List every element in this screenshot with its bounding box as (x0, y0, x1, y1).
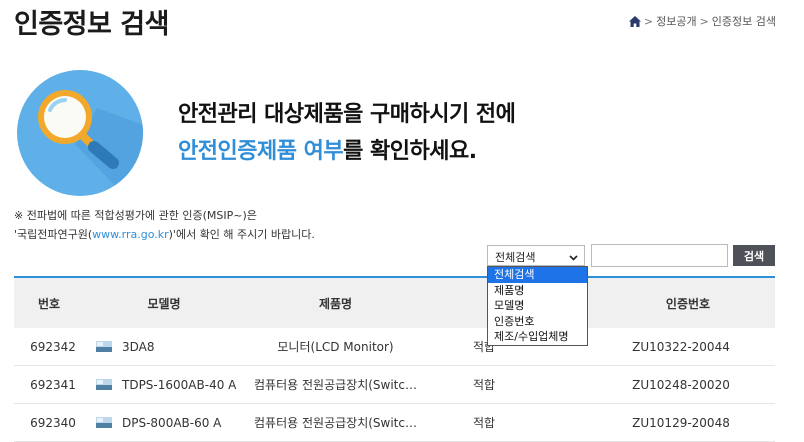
col-cert-number: 인증번호 (665, 296, 711, 311)
hero-subheadline: 안전인증제품 여부를 확인하세요. (178, 133, 477, 165)
cell-result: 적합 (472, 378, 496, 392)
home-icon[interactable] (628, 15, 641, 27)
breadcrumb-item-current: 인증정보 검색 (711, 15, 776, 28)
col-product: 제품명 (318, 296, 353, 311)
cell-number: 692340 (30, 415, 76, 430)
cell-model: TDPS-1600AB-40 A (84, 378, 244, 392)
cell-model: DPS-800AB-60 A (84, 416, 244, 430)
option-cert-number[interactable]: 인증번호 (488, 314, 587, 330)
chevron-right-icon: > (699, 14, 709, 28)
breadcrumb-item-info[interactable]: 정보공개 (656, 13, 696, 29)
hero-headline: 안전관리 대상제품을 구매하시기 전에 (178, 102, 516, 127)
option-model-name[interactable]: 모델명 (488, 298, 587, 314)
cell-product: 컴퓨터용 전원공급장치(Switc… (254, 378, 417, 392)
cell-product: 컴퓨터용 전원공급장치(Switc… (254, 416, 417, 430)
table-row[interactable]: 692342 3DA8 모니터(LCD Monitor) 적합 ZU10322-… (14, 328, 775, 366)
notice-line-2: '국립전파연구원(www.rra.go.kr)'에서 확인 해 주시기 바랍니다… (14, 228, 315, 241)
results-table: 번호 모델명 제품명 인증 인증번호 692342 3DA8 모니터(LCD M… (14, 276, 775, 442)
table-row[interactable]: 692340 DPS-800AB-60 A 컴퓨터용 전원공급장치(Switc…… (14, 404, 775, 442)
magnifier-illustration-icon (17, 70, 145, 200)
search-type-selected: 전체검색 (495, 251, 536, 264)
table-header: 번호 모델명 제품명 인증 인증번호 (14, 278, 775, 328)
breadcrumb: > 정보공개 > 인증정보 검색 (628, 13, 776, 29)
page-title: 인증정보 검색 (14, 9, 169, 40)
product-thumbnail-icon (96, 341, 112, 352)
cell-cert-number: ZU10248-20020 (632, 377, 730, 392)
cell-number: 692342 (30, 339, 76, 354)
cell-model: 3DA8 (84, 340, 244, 354)
col-number: 번호 (37, 296, 61, 311)
notice-line-1: ※ 전파법에 따른 적합성평가에 관한 인증(MSIP~)은 (14, 209, 257, 222)
search-type-select[interactable]: 전체검색 (487, 245, 585, 266)
chevron-down-icon (569, 251, 578, 264)
hero-rest: 를 확인하세요. (343, 139, 477, 164)
hero-highlight: 안전인증제품 여부 (178, 139, 344, 164)
chevron-right-icon: > (643, 14, 654, 28)
cell-product: 모니터(LCD Monitor) (277, 340, 394, 354)
search-button[interactable]: 검색 (733, 245, 775, 266)
col-model: 모델명 (147, 296, 181, 311)
cell-number: 692341 (30, 377, 76, 392)
search-input[interactable] (591, 244, 728, 267)
notice-text: ※ 전파법에 따른 적합성평가에 관한 인증(MSIP~)은 '국립전파연구원(… (14, 206, 315, 244)
option-all[interactable]: 전체검색 (488, 267, 587, 283)
cell-cert-number: ZU10322-20044 (632, 339, 730, 354)
cell-result: 적합 (472, 416, 496, 430)
rra-link[interactable]: www.rra.go.kr (92, 228, 168, 241)
product-thumbnail-icon (96, 379, 112, 390)
product-thumbnail-icon (96, 417, 112, 428)
cell-cert-number: ZU10129-20048 (632, 415, 730, 430)
option-product-name[interactable]: 제품명 (488, 283, 587, 299)
option-manufacturer[interactable]: 제조/수입업체명 (488, 329, 587, 345)
search-type-dropdown: 전체검색 제품명 모델명 인증번호 제조/수입업체명 (487, 266, 588, 346)
table-row[interactable]: 692341 TDPS-1600AB-40 A 컴퓨터용 전원공급장치(Swit… (14, 366, 775, 404)
